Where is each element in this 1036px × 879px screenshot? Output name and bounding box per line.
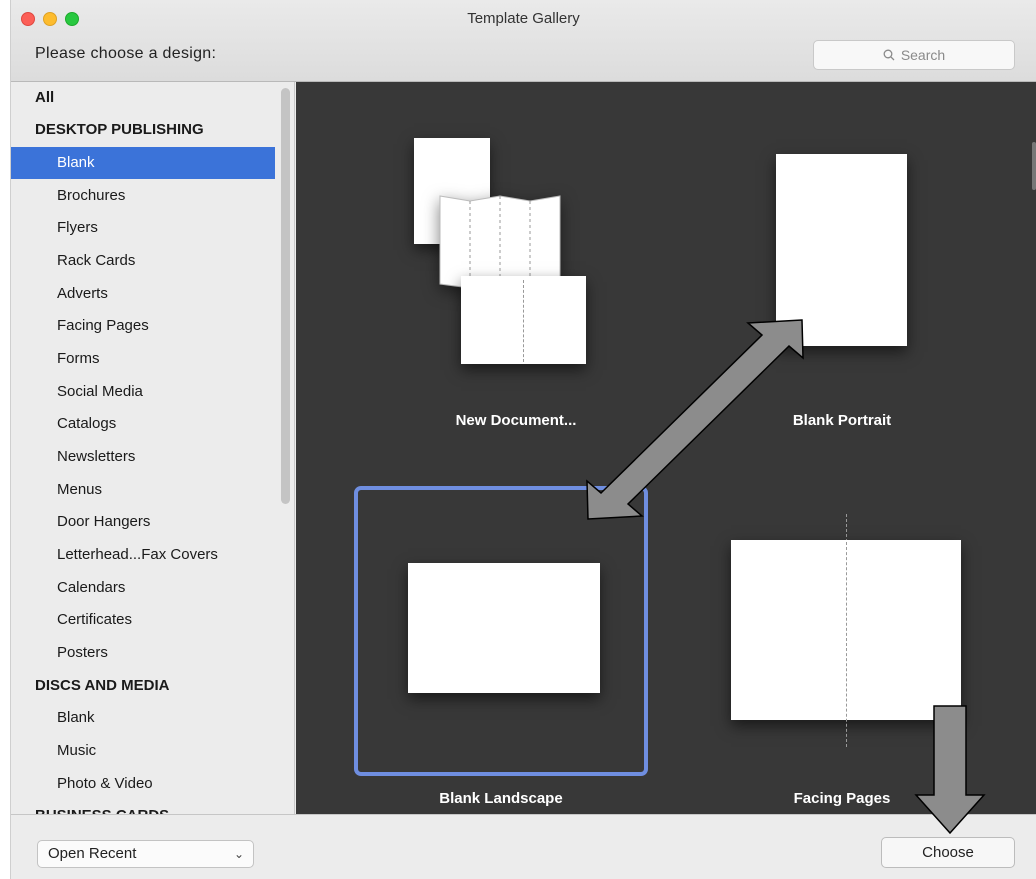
sidebar-item-brochures[interactable]: Brochures (11, 180, 275, 212)
sidebar-header-discs-and-media[interactable]: DISCS AND MEDIA (11, 670, 275, 702)
sidebar-item-music[interactable]: Music (11, 735, 275, 767)
sidebar-item-newsletters[interactable]: Newsletters (11, 441, 275, 473)
facing-pages-spine (846, 542, 847, 747)
sidebar-item-photo-video[interactable]: Photo & Video (11, 768, 275, 800)
sidebar-scrollbar[interactable] (281, 88, 290, 504)
search-icon (883, 49, 895, 61)
sidebar-item-facing-pages[interactable]: Facing Pages (11, 310, 275, 342)
template-gallery-window: Template Gallery Please choose a design:… (10, 0, 1036, 879)
sidebar-header-business-cards[interactable]: BUSINESS CARDS (11, 800, 275, 814)
tile-label-blank-portrait: Blank Portrait (792, 412, 892, 429)
sidebar-item-certificates[interactable]: Certificates (11, 604, 275, 636)
title-bar: Template Gallery Please choose a design:… (11, 0, 1036, 82)
search-placeholder: Search (900, 47, 946, 63)
sidebar-item-blank[interactable]: Blank (11, 147, 275, 179)
sidebar-item-social-media[interactable]: Social Media (11, 376, 275, 408)
sidebar-item-flyers[interactable]: Flyers (11, 212, 275, 244)
new-document-fold (523, 280, 524, 362)
choose-design-prompt: Please choose a design: (35, 45, 217, 62)
search-field[interactable]: Search (813, 40, 1015, 70)
window-title: Template Gallery (467, 10, 580, 27)
choose-button[interactable]: Choose (881, 837, 1015, 868)
sidebar-item-posters[interactable]: Posters (11, 637, 275, 669)
sidebar-item-letterhead-fax-covers[interactable]: Letterhead...Fax Covers (11, 539, 275, 571)
bottom-bar: Open Recent ⌄ Choose (11, 814, 1036, 879)
sidebar-item-adverts[interactable]: Adverts (11, 278, 275, 310)
sidebar-item-discs-blank[interactable]: Blank (11, 702, 275, 734)
tile-label-blank-landscape: Blank Landscape (439, 790, 563, 807)
sidebar-item-door-hangers[interactable]: Door Hangers (11, 506, 275, 538)
sidebar-item-catalogs[interactable]: Catalogs (11, 408, 275, 440)
sidebar-item-rack-cards[interactable]: Rack Cards (11, 245, 275, 277)
category-sidebar: All DESKTOP PUBLISHING Blank Brochures F… (11, 82, 295, 814)
tile-blank-landscape[interactable] (408, 563, 600, 693)
gallery-scrollbar[interactable] (1032, 142, 1036, 190)
facing-pages-spine-top (846, 514, 847, 542)
chevron-down-icon: ⌄ (233, 847, 244, 861)
template-gallery-grid: New Document... Blank Portrait Blank Lan… (296, 82, 1036, 814)
sidebar-item-calendars[interactable]: Calendars (11, 572, 275, 604)
sidebar-item-menus[interactable]: Menus (11, 474, 275, 506)
tile-blank-portrait[interactable] (776, 154, 907, 346)
open-recent-dropdown[interactable]: Open Recent ⌄ (37, 840, 254, 868)
sidebar-item-forms[interactable]: Forms (11, 343, 275, 375)
tile-label-new-document: New Document... (455, 412, 577, 429)
sidebar-header-desktop-publishing[interactable]: DESKTOP PUBLISHING (11, 114, 275, 146)
tile-label-facing-pages: Facing Pages (793, 790, 891, 807)
sidebar-item-all[interactable]: All (11, 82, 275, 114)
open-recent-label: Open Recent (48, 845, 137, 862)
tile-new-document[interactable] (356, 122, 676, 442)
